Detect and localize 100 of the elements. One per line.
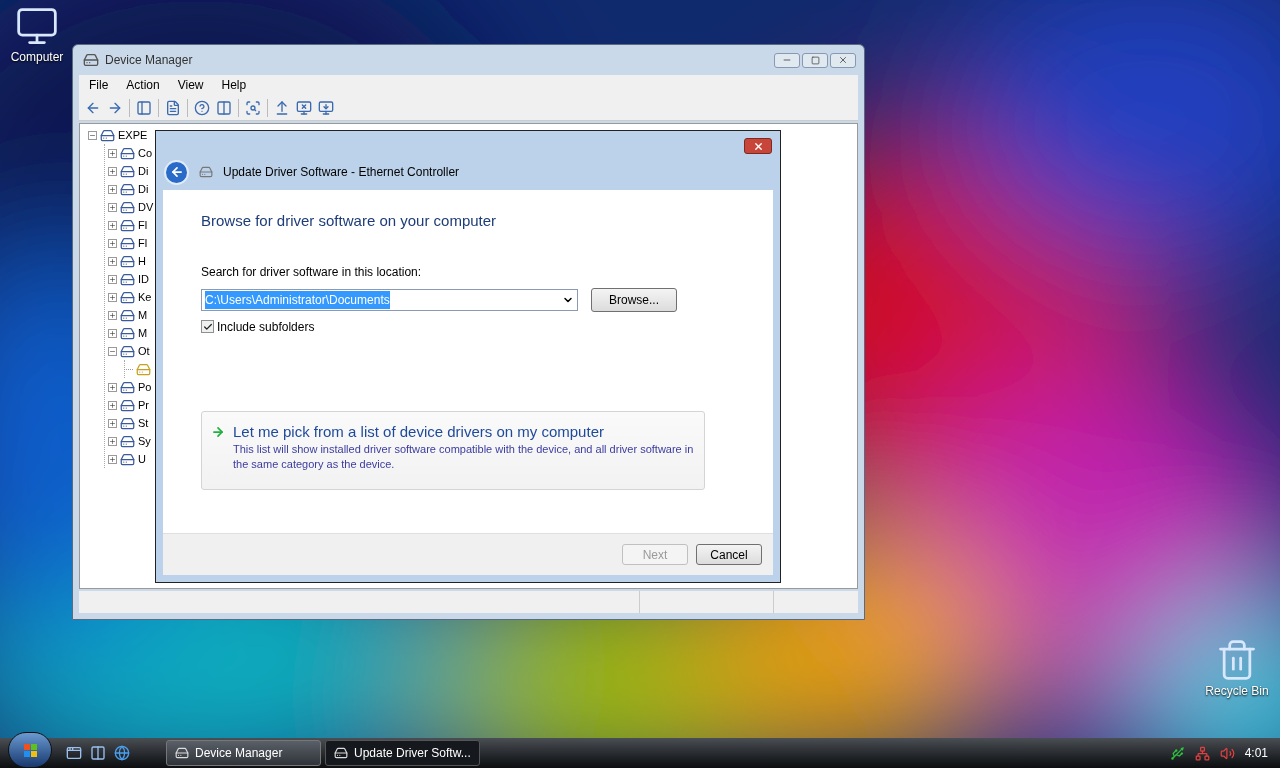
update-icon[interactable]: [274, 99, 290, 116]
dialog-heading: Browse for driver software on your computer: [201, 211, 498, 231]
columns-icon[interactable]: [216, 99, 232, 116]
expand-icon[interactable]: [108, 202, 117, 212]
maximize-icon: [810, 55, 820, 65]
expand-icon[interactable]: [108, 148, 117, 158]
expand-icon[interactable]: [108, 328, 117, 338]
location-value: C:\Users\Administrator\Documents: [205, 290, 390, 309]
back-button[interactable]: [164, 159, 189, 185]
device-icon: [120, 343, 135, 359]
browse-button[interactable]: Browse...: [591, 287, 677, 312]
scan-icon[interactable]: [245, 99, 261, 116]
safely-remove-icon[interactable]: [1169, 745, 1185, 761]
tree-item-label[interactable]: U: [138, 450, 146, 468]
volume-muted-icon[interactable]: [1219, 745, 1235, 761]
tree-item-label[interactable]: Co: [138, 144, 153, 162]
collapse-icon[interactable]: [88, 130, 97, 140]
network-disconnected-icon[interactable]: [1194, 745, 1210, 761]
expand-icon[interactable]: [108, 292, 117, 302]
device-icon: [120, 163, 135, 179]
tree-item-label[interactable]: Sy: [138, 432, 151, 450]
tree-item-label[interactable]: Ke: [138, 288, 152, 306]
device-icon: [120, 325, 135, 341]
expand-icon[interactable]: [108, 184, 117, 194]
tree-item-label[interactable]: EXPE: [118, 126, 148, 144]
menu-item[interactable]: Action: [126, 76, 160, 94]
driver-list-option[interactable]: Let me pick from a list of device drivers on my computer This list will show installed driver software compatible with the device, and all driver software in the same category as the device.: [201, 410, 705, 490]
expand-icon[interactable]: [108, 454, 117, 464]
menu-item[interactable]: View: [177, 76, 204, 94]
expand-icon[interactable]: [108, 274, 117, 284]
browser-icon[interactable]: [114, 745, 130, 761]
tree-item-label[interactable]: Po: [138, 378, 152, 396]
expand-icon[interactable]: [108, 220, 117, 230]
device-icon: [100, 127, 115, 143]
expand-icon[interactable]: [108, 310, 117, 320]
start-button[interactable]: [8, 732, 52, 768]
disable-icon[interactable]: [296, 99, 312, 116]
device-icon: [120, 271, 135, 287]
arrow-icon: [211, 424, 225, 439]
taskbar-button[interactable]: Device Manager: [166, 740, 321, 766]
device-icon: [120, 415, 135, 431]
tree-item-label[interactable]: ID: [138, 270, 149, 288]
uninstall-icon[interactable]: [318, 99, 334, 116]
switch-windows-icon[interactable]: [90, 745, 106, 761]
device-manager-icon: [83, 52, 99, 68]
option-description: This list will show installed driver software compatible with the device, and all driver software in the same category as the device.: [233, 441, 695, 472]
tree-item-label[interactable]: Ot: [138, 342, 150, 360]
checkbox-label[interactable]: Include subfolders: [217, 317, 315, 336]
tree-item-label[interactable]: Di: [138, 180, 149, 198]
adapter-icon: [199, 165, 213, 179]
tree-item-label[interactable]: Di: [138, 162, 149, 180]
show-desktop-icon[interactable]: [66, 745, 82, 761]
properties-icon[interactable]: [165, 99, 181, 116]
desktop-icon-label[interactable]: Computer: [10, 48, 64, 66]
pane-icon[interactable]: [136, 99, 152, 116]
expand-icon[interactable]: [108, 256, 117, 266]
window-icon: [334, 746, 348, 760]
help-icon[interactable]: [194, 99, 210, 116]
tree-item-label[interactable]: Fl: [138, 216, 148, 234]
dialog-button[interactable]: Cancel: [696, 544, 762, 565]
window-icon: [175, 746, 189, 760]
close-button[interactable]: [830, 52, 856, 68]
tree-item-label[interactable]: Pr: [138, 396, 149, 414]
expand-icon[interactable]: [108, 418, 117, 428]
device-icon: [120, 397, 135, 413]
device-icon: [120, 379, 135, 395]
dialog-title: Update Driver Software - Ethernet Controller: [223, 164, 460, 181]
tree-item-label[interactable]: DV: [138, 198, 154, 216]
device-icon: [120, 433, 135, 449]
taskbar-button[interactable]: Update Driver Softw...: [325, 740, 480, 766]
expand-icon[interactable]: [108, 166, 117, 176]
collapse-icon[interactable]: [108, 346, 117, 356]
expand-icon[interactable]: [108, 238, 117, 248]
expand-icon[interactable]: [108, 382, 117, 392]
location-label: Search for driver software in this location:: [201, 263, 423, 281]
tree-item-label[interactable]: Fl: [138, 234, 148, 252]
device-icon: [120, 307, 135, 323]
checkbox[interactable]: [201, 320, 214, 333]
tree-item-label[interactable]: M: [138, 324, 148, 342]
close-icon: [752, 140, 764, 152]
expand-icon[interactable]: [108, 436, 117, 446]
device-icon: [120, 217, 135, 233]
tree-item-label[interactable]: H: [138, 252, 146, 270]
tree-item-label[interactable]: M: [138, 306, 148, 324]
tree-item-label[interactable]: St: [138, 414, 149, 432]
device-icon: [120, 181, 135, 197]
device-icon: [136, 361, 151, 377]
clock[interactable]: 4:01: [1244, 744, 1268, 762]
menu-item[interactable]: Help: [221, 76, 247, 94]
close-button[interactable]: [744, 138, 772, 154]
device-icon: [120, 235, 135, 251]
maximize-button[interactable]: [802, 52, 828, 68]
expand-icon[interactable]: [108, 400, 117, 410]
back-icon: [169, 165, 184, 179]
device-icon: [120, 289, 135, 305]
device-icon: [120, 145, 135, 161]
window-title: Device Manager: [105, 52, 193, 69]
menu-item[interactable]: File: [89, 76, 109, 94]
option-title: Let me pick from a list of device drivers on my computer: [233, 421, 605, 442]
minimize-button[interactable]: [774, 52, 800, 68]
